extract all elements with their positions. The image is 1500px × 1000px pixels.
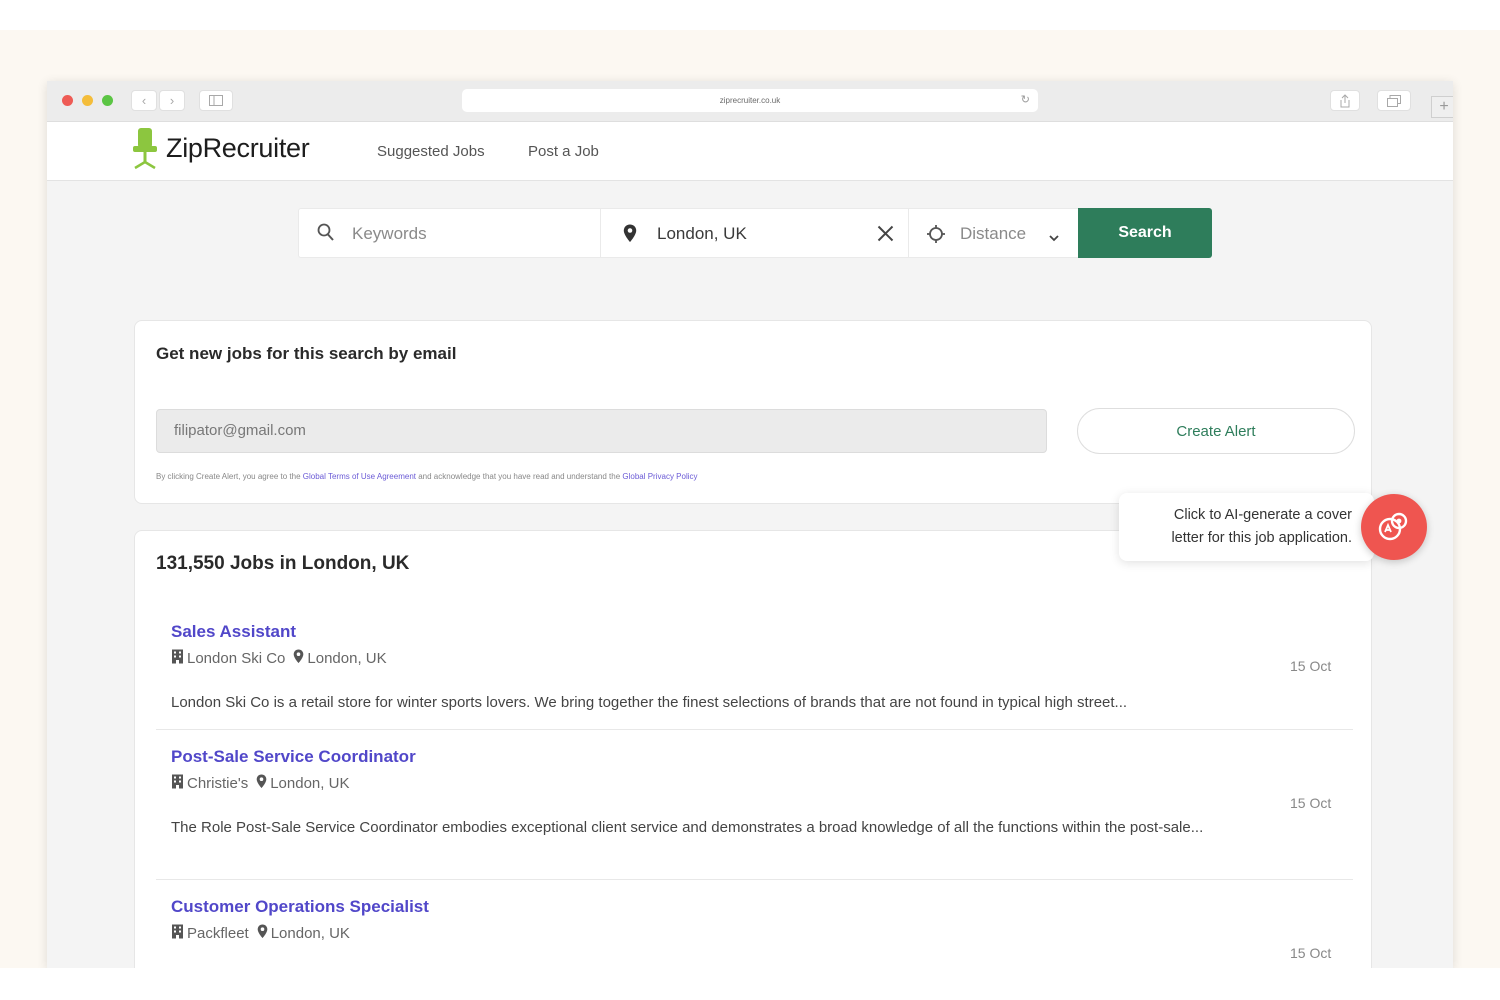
job-description: The Role Post-Sale Service Coordinator e… xyxy=(171,819,1204,836)
tooltip-line-1: Click to AI-generate a cover xyxy=(1173,507,1352,523)
location-pin-icon xyxy=(257,924,268,943)
bottom-margin xyxy=(0,968,1500,1000)
job-listing[interactable]: Customer Operations Specialist Packfleet… xyxy=(156,894,1353,968)
legal-prefix: By clicking Create Alert, you agree to t… xyxy=(156,472,303,481)
maximize-window-button[interactable] xyxy=(102,95,113,106)
location-field[interactable]: London, UK xyxy=(600,208,908,258)
reload-icon[interactable]: ↻ xyxy=(1021,89,1030,112)
forward-icon[interactable]: › xyxy=(159,90,185,111)
job-search-bar: Keywords London, UK Distance Search xyxy=(298,208,1212,258)
results-count-title: 131,550 Jobs in London, UK xyxy=(156,553,410,574)
job-title-link[interactable]: Sales Assistant xyxy=(171,622,296,642)
job-company: Packfleet xyxy=(187,925,249,942)
results-card: 131,550 Jobs in London, UK Sales Assista… xyxy=(134,530,1372,968)
nav-suggested-jobs[interactable]: Suggested Jobs xyxy=(377,143,485,160)
url-text: ziprecruiter.co.uk xyxy=(719,96,781,105)
tabs-overview-icon[interactable] xyxy=(1377,90,1411,111)
location-pin-icon xyxy=(293,649,304,668)
legal-middle: and acknowledge that you have read and u… xyxy=(416,472,623,481)
job-company: London Ski Co xyxy=(187,650,286,667)
job-meta: Packfleet London, UK xyxy=(171,924,350,943)
terms-of-use-link[interactable]: Global Terms of Use Agreement xyxy=(303,472,416,481)
divider xyxy=(156,729,1353,730)
email-field[interactable]: filipator@gmail.com xyxy=(156,409,1047,453)
clear-location-icon[interactable] xyxy=(877,225,894,247)
job-location: London, UK xyxy=(270,925,350,942)
distance-label: Distance xyxy=(960,224,1027,243)
ai-cover-letter-button[interactable] xyxy=(1361,494,1427,560)
location-value: London, UK xyxy=(657,224,747,243)
job-listing[interactable]: Post-Sale Service Coordinator Christie's… xyxy=(156,744,1353,884)
job-location: London, UK xyxy=(270,775,350,792)
nav-post-a-job[interactable]: Post a Job xyxy=(528,143,599,160)
crosshair-icon xyxy=(927,225,945,248)
site-header: ZipRecruiter Suggested Jobs Post a Job xyxy=(47,122,1453,181)
close-window-button[interactable] xyxy=(62,95,73,106)
distance-dropdown[interactable]: Distance xyxy=(908,208,1078,258)
job-meta: Christie's London, UK xyxy=(171,774,349,793)
building-icon xyxy=(171,924,184,943)
ziprecruiter-chair-icon[interactable] xyxy=(131,128,159,177)
job-title-link[interactable]: Customer Operations Specialist xyxy=(171,897,429,917)
search-button[interactable]: Search xyxy=(1078,208,1212,258)
chevron-down-icon xyxy=(1049,229,1059,247)
job-date: 15 Oct xyxy=(1290,795,1332,811)
email-alert-card: Get new jobs for this search by email fi… xyxy=(134,320,1372,504)
minimize-window-button[interactable] xyxy=(82,95,93,106)
legal-notice: By clicking Create Alert, you agree to t… xyxy=(156,472,698,481)
tooltip-line-2: letter for this job application. xyxy=(1171,530,1352,546)
keywords-field[interactable]: Keywords xyxy=(298,208,600,258)
ai-sparkle-icon xyxy=(1361,507,1427,547)
divider xyxy=(156,879,1353,880)
back-icon[interactable]: ‹ xyxy=(131,90,157,111)
privacy-policy-link[interactable]: Global Privacy Policy xyxy=(622,472,697,481)
location-pin-icon xyxy=(623,224,637,248)
job-date: 15 Oct xyxy=(1290,658,1332,674)
keywords-placeholder: Keywords xyxy=(352,224,427,243)
job-meta: London Ski Co London, UK xyxy=(171,649,387,668)
job-date: 15 Oct xyxy=(1290,945,1332,961)
alert-title: Get new jobs for this search by email xyxy=(156,344,457,363)
job-location: London, UK xyxy=(307,650,387,667)
building-icon xyxy=(171,649,184,668)
building-icon xyxy=(171,774,184,793)
job-company: Christie's xyxy=(187,775,249,792)
location-pin-icon xyxy=(256,774,267,793)
job-description: London Ski Co is a retail store for wint… xyxy=(171,694,1128,711)
sidebar-icon[interactable] xyxy=(199,90,233,111)
top-margin xyxy=(0,0,1500,30)
browser-toolbar: ‹ › ziprecruiter.co.uk ↻ + xyxy=(47,81,1453,122)
job-title-link[interactable]: Post-Sale Service Coordinator xyxy=(171,747,416,767)
ai-cover-letter-tooltip: Click to AI-generate a cover letter for … xyxy=(1119,493,1374,561)
create-alert-button[interactable]: Create Alert xyxy=(1077,408,1355,454)
new-tab-button[interactable]: + xyxy=(1431,96,1453,118)
ziprecruiter-logo[interactable]: ZipRecruiter xyxy=(166,133,310,164)
address-bar[interactable]: ziprecruiter.co.uk ↻ xyxy=(462,89,1038,112)
search-icon xyxy=(317,223,335,248)
job-listing[interactable]: Sales Assistant London Ski Co London, UK… xyxy=(156,619,1353,729)
share-icon[interactable] xyxy=(1330,90,1360,111)
